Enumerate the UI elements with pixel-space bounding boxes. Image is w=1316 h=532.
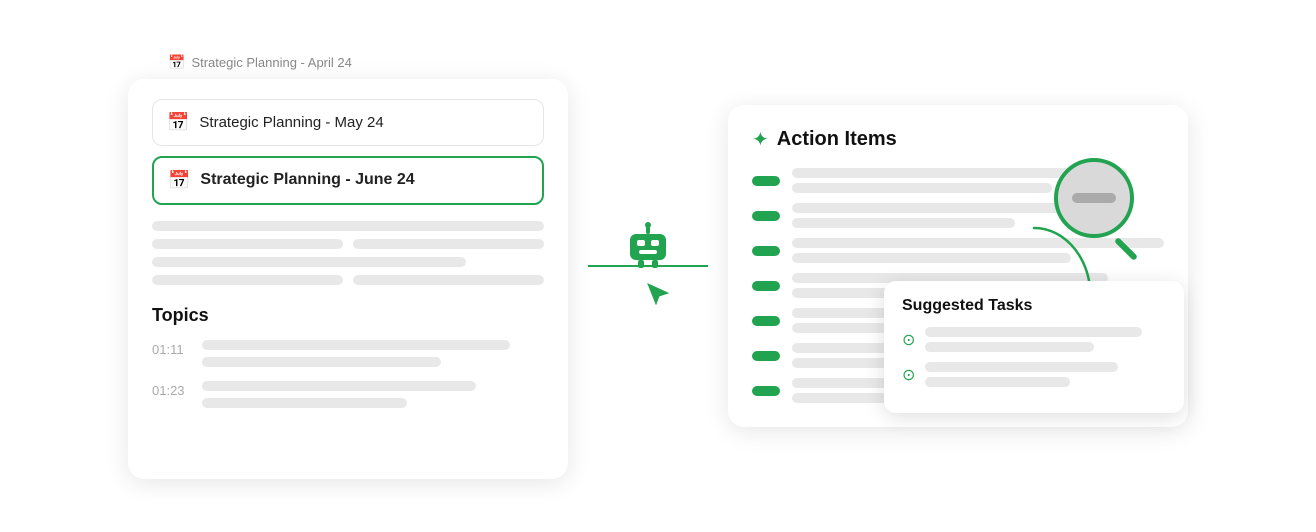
suggested-tasks-title: Suggested Tasks [902,297,1166,315]
t-skel-1 [202,340,510,350]
action-bar-4 [752,281,780,291]
right-card: ✦ Action Items [728,105,1188,427]
action-items-title: Action Items [777,128,897,151]
action-bar-5 [752,316,780,326]
may-meeting-label: Strategic Planning - May 24 [199,114,383,131]
task-skels-1 [925,327,1166,352]
a-skel-4 [792,218,1015,228]
action-bar-7 [752,386,780,396]
action-row-3 [752,238,1164,263]
action-skels-3 [792,238,1164,263]
right-section: ✦ Action Items [728,105,1188,427]
main-container: 📅 Strategic Planning - April 24 📅 Strate… [58,54,1258,479]
skel-6 [353,275,544,285]
left-card: 📅 Strategic Planning - May 24 📅 Strategi… [128,79,568,479]
skel-4 [152,257,466,267]
skel-2 [152,239,343,249]
task-skels-2 [925,362,1166,387]
ts-skel-1 [925,327,1142,337]
magnifier-inner [1072,193,1116,203]
action-bar-1 [752,176,780,186]
connector [568,220,728,313]
topics-title: Topics [152,305,544,326]
skel-5 [152,275,343,285]
check-icon-1: ⊙ [902,330,915,350]
topic-skels-2 [202,381,544,408]
calendar-icon-june: 📅 [168,170,190,191]
a-skel-5 [792,238,1164,248]
t-skel-3 [202,381,476,391]
suggested-tasks-card: Suggested Tasks ⊙ ⊙ [884,281,1184,413]
april-label: 📅 Strategic Planning - April 24 [168,54,352,71]
suggested-task-row-2: ⊙ [902,362,1166,387]
skel-row-2 [152,275,544,285]
magnifier-circle [1054,158,1134,238]
topic-time-2: 01:23 [152,383,188,398]
action-bar-6 [752,351,780,361]
a-skel-2 [792,183,1052,193]
left-section: 📅 Strategic Planning - April 24 📅 Strate… [128,54,568,479]
cursor-icon [644,280,672,308]
a-skel-3 [792,203,1090,213]
suggested-task-row-1: ⊙ [902,327,1166,352]
topics-section: Topics 01:11 01:23 [152,305,544,408]
magnifier-wrap [1054,158,1134,238]
skel-1 [152,221,544,231]
skel-row-1 [152,239,544,249]
june-meeting-label: Strategic Planning - June 24 [200,171,414,189]
ts-skel-4 [925,377,1069,387]
action-bar-3 [752,246,780,256]
topic-time-1: 01:11 [152,342,188,357]
t-skel-2 [202,357,441,367]
robot-icon [620,220,676,276]
topic-row-2: 01:23 [152,381,544,408]
skeleton-lines-top [152,221,544,285]
check-icon-2: ⊙ [902,365,915,385]
april-label-text: Strategic Planning - April 24 [191,55,351,70]
skel-3 [353,239,544,249]
a-skel-6 [792,253,1071,263]
action-list: Suggested Tasks ⊙ ⊙ [752,168,1164,403]
ts-skel-3 [925,362,1117,372]
cursor-wrap [644,280,672,313]
topic-row-1: 01:11 [152,340,544,367]
t-skel-4 [202,398,407,408]
topic-skels-1 [202,340,544,367]
robot-icon-wrap [620,220,676,313]
sparkle-icon: ✦ [752,127,769,152]
calendar-icon-may: 📅 [167,112,189,133]
ts-skel-2 [925,342,1093,352]
action-items-header: ✦ Action Items [752,127,1164,152]
june-meeting-item[interactable]: 📅 Strategic Planning - June 24 [152,156,544,205]
calendar-icon-april: 📅 [168,54,185,71]
may-meeting-item[interactable]: 📅 Strategic Planning - May 24 [152,99,544,146]
action-bar-2 [752,211,780,221]
